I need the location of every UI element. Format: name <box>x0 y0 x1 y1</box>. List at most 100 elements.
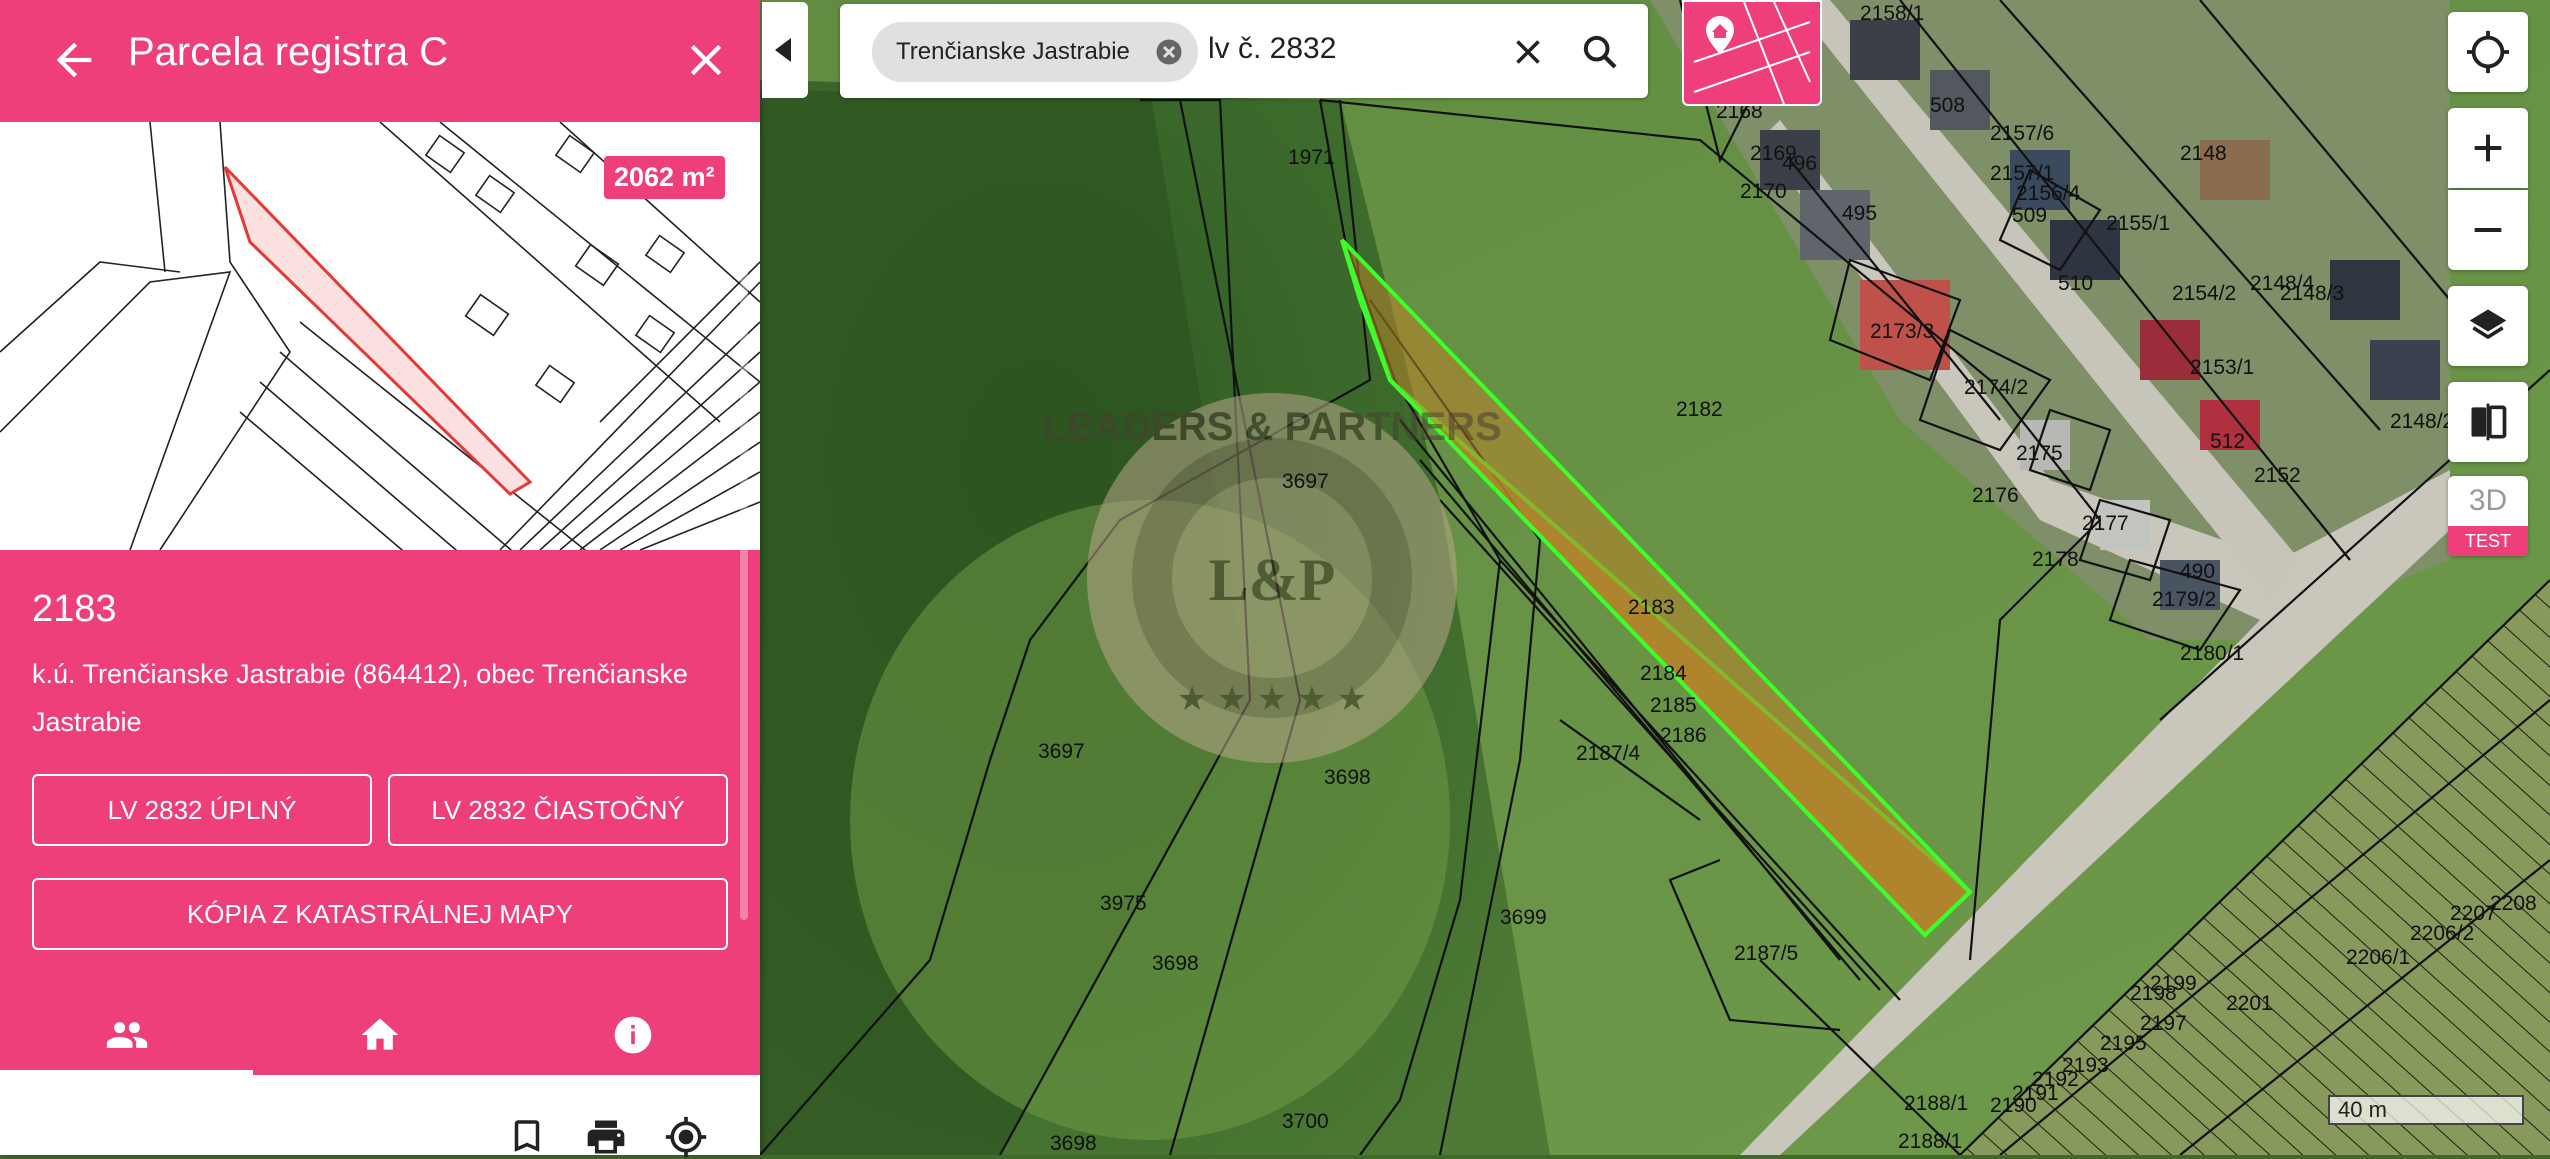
panel-actions <box>0 1075 760 1158</box>
svg-text:2186: 2186 <box>1660 724 1707 747</box>
parcel-address: k.ú. Trenčianske Jastrabie (864412), obe… <box>32 659 688 737</box>
info-icon <box>614 1016 651 1054</box>
svg-text:2148/3: 2148/3 <box>2280 282 2344 305</box>
svg-text:3700: 3700 <box>1282 1110 1329 1133</box>
svg-text:3975: 3975 <box>1100 892 1147 915</box>
svg-text:LEADERS & PARTNERS: LEADERS & PARTNERS <box>1042 405 1501 449</box>
svg-text:509: 509 <box>2012 204 2047 227</box>
svg-text:2156/4: 2156/4 <box>2016 182 2081 205</box>
svg-text:510: 510 <box>2058 272 2093 295</box>
svg-text:2190: 2190 <box>1990 1094 2037 1117</box>
svg-text:2195: 2195 <box>2100 1032 2147 1055</box>
svg-text:2158/1: 2158/1 <box>1860 2 1924 25</box>
layers-button[interactable] <box>2448 286 2528 366</box>
my-location-button[interactable] <box>2448 12 2528 92</box>
search-icon[interactable] <box>1580 32 1620 72</box>
collapse-panel-button[interactable] <box>762 2 808 98</box>
svg-text:3697: 3697 <box>1038 740 1085 763</box>
svg-text:3698: 3698 <box>1152 952 1199 975</box>
svg-text:2187/4: 2187/4 <box>1576 742 1641 765</box>
svg-text:2148/2: 2148/2 <box>2390 410 2454 433</box>
people-icon <box>106 1022 147 1048</box>
compare-button[interactable] <box>2448 382 2528 462</box>
zoom-out-button[interactable] <box>2448 190 2528 270</box>
svg-text:2174/2: 2174/2 <box>1964 376 2028 399</box>
panel-tabs <box>0 995 760 1075</box>
svg-text:3698: 3698 <box>1324 766 1371 789</box>
svg-text:2188/1: 2188/1 <box>1898 1130 1962 1153</box>
svg-text:2148: 2148 <box>2180 142 2227 165</box>
back-arrow-icon[interactable] <box>48 34 100 86</box>
panel-title: Parcela registra C <box>128 30 449 74</box>
svg-text:2182: 2182 <box>1676 398 1723 421</box>
svg-text:3699: 3699 <box>1500 906 1547 929</box>
lv-full-button[interactable]: LV 2832 ÚPLNÝ <box>32 774 372 846</box>
panel-scrollbar[interactable] <box>740 130 748 920</box>
home-icon <box>361 1018 398 1050</box>
parcel-number: 2183 <box>32 588 117 630</box>
tab-owners[interactable] <box>0 995 253 1075</box>
svg-text:2187/5: 2187/5 <box>1734 942 1798 965</box>
svg-text:2197: 2197 <box>2140 1012 2187 1035</box>
area-badge: 2062 m² <box>604 156 725 199</box>
svg-text:2198: 2198 <box>2130 982 2177 1005</box>
svg-text:2201: 2201 <box>2226 992 2273 1015</box>
svg-text:2152: 2152 <box>2254 464 2301 487</box>
location-chip[interactable]: Trenčianske Jastrabie <box>872 22 1198 82</box>
parcel-info: 2183 k.ú. Trenčianske Jastrabie (864412)… <box>0 550 760 1075</box>
tab-info[interactable] <box>506 995 759 1075</box>
parcel-detail-panel: Parcela registra C 2062 m² 2183 k.ú. Tre… <box>0 0 760 1158</box>
zoom-in-button[interactable] <box>2448 108 2528 188</box>
svg-text:495: 495 <box>1842 202 1877 225</box>
svg-text:2179/2: 2179/2 <box>2152 588 2216 611</box>
svg-text:512: 512 <box>2210 430 2245 453</box>
map-copy-button[interactable]: KÓPIA Z KATASTRÁLNEJ MAPY <box>32 878 728 950</box>
parcel-thumbnail-map[interactable]: 2062 m² <box>0 122 760 550</box>
svg-text:508: 508 <box>1930 94 1965 117</box>
close-icon[interactable] <box>680 34 732 86</box>
lv-partial-button[interactable]: LV 2832 ČIASTOČNÝ <box>388 774 728 846</box>
svg-text:2206/2: 2206/2 <box>2410 922 2474 945</box>
svg-text:2178: 2178 <box>2032 548 2079 571</box>
svg-text:2169: 2169 <box>1750 142 1797 165</box>
3d-toggle-button[interactable]: 3D TEST <box>2448 476 2528 556</box>
svg-text:2183: 2183 <box>1628 596 1675 619</box>
svg-text:2188/1: 2188/1 <box>1904 1092 1968 1115</box>
clear-search-icon[interactable] <box>1510 34 1546 70</box>
crosshair-icon <box>2466 30 2510 74</box>
tab-home[interactable] <box>253 995 506 1075</box>
svg-text:2175: 2175 <box>2016 442 2063 465</box>
map-type-switcher[interactable] <box>1682 0 1822 106</box>
search-input[interactable]: lv č. 2832 <box>1208 32 1336 66</box>
svg-text:2153/1: 2153/1 <box>2190 356 2254 379</box>
svg-text:2157/6: 2157/6 <box>1990 122 2054 145</box>
svg-text:2154/2: 2154/2 <box>2172 282 2236 305</box>
svg-text:490: 490 <box>2180 560 2215 583</box>
svg-text:2177: 2177 <box>2082 512 2129 535</box>
location-chip-label: Trenčianske Jastrabie <box>896 38 1130 65</box>
svg-text:2170: 2170 <box>1740 180 1787 203</box>
locate-icon[interactable] <box>664 1115 708 1159</box>
svg-text:2184: 2184 <box>1640 662 1687 685</box>
search-bar[interactable]: Trenčianske Jastrabie lv č. 2832 <box>840 4 1648 98</box>
chevron-left-icon <box>775 38 791 62</box>
svg-text:2173/3: 2173/3 <box>1870 320 1934 343</box>
location-pin-icon <box>1706 16 1734 54</box>
print-icon[interactable] <box>584 1115 628 1159</box>
chip-remove-icon[interactable] <box>1154 37 1184 67</box>
svg-text:L&P: L&P <box>1209 547 1336 613</box>
minus-icon <box>2474 228 2502 232</box>
svg-text:1971: 1971 <box>1288 146 1335 169</box>
test-badge: TEST <box>2448 526 2528 556</box>
svg-text:2180/1: 2180/1 <box>2180 642 2244 665</box>
svg-text:3698: 3698 <box>1050 1132 1097 1155</box>
layers-icon <box>2469 309 2507 340</box>
svg-text:2206/1: 2206/1 <box>2346 946 2410 969</box>
thumb-parcel-outline <box>223 165 533 496</box>
svg-text:3697: 3697 <box>1282 470 1329 493</box>
svg-text:2185: 2185 <box>1650 694 1697 717</box>
compare-icon <box>2471 403 2507 441</box>
svg-text:2208: 2208 <box>2490 892 2537 915</box>
bookmark-icon[interactable] <box>506 1115 548 1157</box>
svg-text:2176: 2176 <box>1972 484 2019 507</box>
